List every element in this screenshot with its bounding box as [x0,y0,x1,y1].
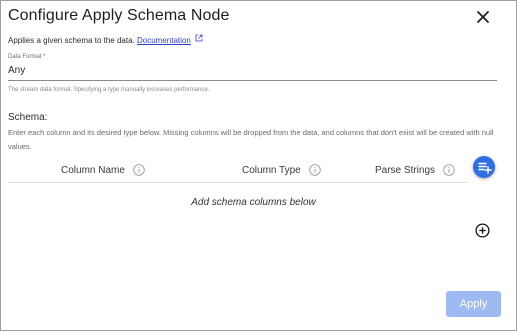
close-button[interactable] [473,7,493,27]
apply-button[interactable]: Apply [446,291,501,317]
add-columns-button[interactable] [473,156,495,178]
parse-strings-label: Parse Strings [375,164,436,176]
schema-header-divider [8,182,468,183]
column-name-label: Column Name [61,164,125,176]
schema-empty-text: Add schema columns below [191,197,316,208]
close-icon [473,7,493,27]
schema-description: Enter each column and its desired type b… [8,128,494,151]
playlist-add-icon [473,156,495,178]
dialog-description-line: Applies a given schema to the data. Docu… [8,34,203,45]
data-format-label: Data Format * [8,54,46,60]
schema-heading: Schema: [8,112,48,123]
add-schema-row-button[interactable] [475,223,490,238]
column-name-header: Column Name [61,164,145,176]
data-format-select[interactable]: Any [8,65,497,81]
column-type-label: Column Type [242,164,301,176]
dialog-title: Configure Apply Schema Node [8,7,230,24]
parse-strings-header: Parse Strings [375,164,455,176]
dialog-description: Applies a given schema to the data. [8,36,135,45]
info-icon[interactable] [308,164,321,176]
configure-dialog: Configure Apply Schema Node Applies a gi… [0,0,517,331]
data-format-helper: The stream data format. Specifying a typ… [8,87,210,93]
info-icon[interactable] [133,164,145,176]
column-type-header: Column Type [242,164,321,176]
add-circle-icon [475,223,490,238]
info-icon[interactable] [443,164,455,176]
documentation-link[interactable]: Documentation [137,36,191,45]
external-link-icon[interactable] [195,34,203,42]
